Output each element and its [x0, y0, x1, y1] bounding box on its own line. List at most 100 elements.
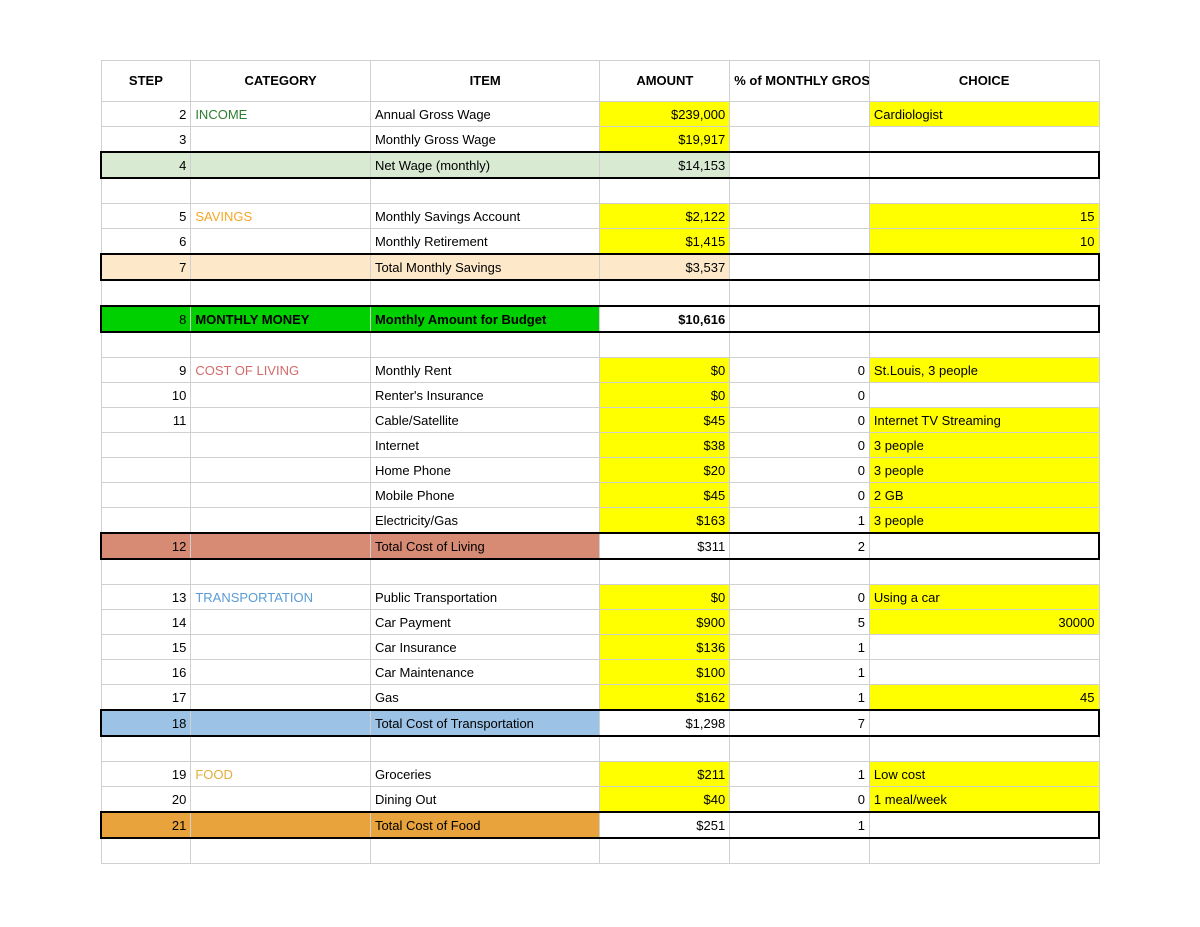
cell-choice [869, 383, 1099, 408]
cell-step: 10 [101, 383, 191, 408]
cell-step: 9 [101, 358, 191, 383]
cell-amount: $0 [600, 358, 730, 383]
cell-amount [600, 838, 730, 864]
cell-choice [869, 306, 1099, 332]
cell-amount: $211 [600, 762, 730, 787]
cell-choice: 3 people [869, 433, 1099, 458]
cell-step: 19 [101, 762, 191, 787]
cell-item: Mobile Phone [370, 483, 600, 508]
cell-item: Monthly Retirement [370, 229, 600, 255]
cell-choice: Using a car [869, 585, 1099, 610]
cell-pct [730, 102, 870, 127]
cell-pct: 0 [730, 383, 870, 408]
cell-pct [730, 306, 870, 332]
cell-choice [869, 178, 1099, 204]
cell-choice: Cardiologist [869, 102, 1099, 127]
table-row: 2INCOMEAnnual Gross Wage$239,000Cardiolo… [101, 102, 1099, 127]
cell-category [191, 508, 371, 534]
cell-category [191, 433, 371, 458]
cell-item: Renter's Insurance [370, 383, 600, 408]
cell-step [101, 483, 191, 508]
table-row [101, 332, 1099, 358]
cell-pct: 0 [730, 585, 870, 610]
cell-category [191, 660, 371, 685]
table-row: 8MONTHLY MONEYMonthly Amount for Budget$… [101, 306, 1099, 332]
cell-step: 11 [101, 408, 191, 433]
cell-item: Monthly Rent [370, 358, 600, 383]
cell-choice [869, 559, 1099, 585]
cell-pct: 2 [730, 533, 870, 559]
table-row: 17Gas$162145 [101, 685, 1099, 711]
cell-pct [730, 178, 870, 204]
table-row [101, 736, 1099, 762]
cell-category [191, 838, 371, 864]
cell-category: COST OF LIVING [191, 358, 371, 383]
cell-step: 5 [101, 204, 191, 229]
cell-category [191, 408, 371, 433]
table-row: Electricity/Gas$16313 people [101, 508, 1099, 534]
cell-amount [600, 559, 730, 585]
cell-category: MONTHLY MONEY [191, 306, 371, 332]
cell-pct: 0 [730, 358, 870, 383]
cell-amount: $45 [600, 483, 730, 508]
cell-item: Car Insurance [370, 635, 600, 660]
table-row: 12Total Cost of Living$3112 [101, 533, 1099, 559]
cell-pct [730, 152, 870, 178]
cell-category: INCOME [191, 102, 371, 127]
cell-pct [730, 332, 870, 358]
cell-amount: $900 [600, 610, 730, 635]
cell-step [101, 508, 191, 534]
cell-step: 16 [101, 660, 191, 685]
cell-item: Car Payment [370, 610, 600, 635]
cell-item: Total Monthly Savings [370, 254, 600, 280]
header-item: ITEM [370, 61, 600, 102]
cell-choice: 1 meal/week [869, 787, 1099, 813]
cell-item: Total Cost of Transportation [370, 710, 600, 736]
cell-amount: $3,537 [600, 254, 730, 280]
table-row: Mobile Phone$4502 GB [101, 483, 1099, 508]
cell-category [191, 635, 371, 660]
cell-category [191, 610, 371, 635]
cell-amount: $45 [600, 408, 730, 433]
cell-step: 4 [101, 152, 191, 178]
table-row [101, 280, 1099, 306]
table-row: 15Car Insurance$1361 [101, 635, 1099, 660]
cell-amount: $0 [600, 585, 730, 610]
cell-pct: 0 [730, 433, 870, 458]
cell-choice: Low cost [869, 762, 1099, 787]
cell-choice: 2 GB [869, 483, 1099, 508]
cell-amount: $1,298 [600, 710, 730, 736]
cell-step: 18 [101, 710, 191, 736]
cell-category [191, 332, 371, 358]
header-amount: AMOUNT [600, 61, 730, 102]
cell-choice [869, 332, 1099, 358]
cell-category [191, 736, 371, 762]
cell-choice: 3 people [869, 458, 1099, 483]
table-row: 6Monthly Retirement$1,41510 [101, 229, 1099, 255]
cell-category [191, 710, 371, 736]
cell-category: SAVINGS [191, 204, 371, 229]
cell-step: 3 [101, 127, 191, 153]
cell-item: Electricity/Gas [370, 508, 600, 534]
cell-pct [730, 736, 870, 762]
table-row: 4Net Wage (monthly)$14,153 [101, 152, 1099, 178]
cell-amount: $251 [600, 812, 730, 838]
table-row: 9COST OF LIVINGMonthly Rent$00St.Louis, … [101, 358, 1099, 383]
cell-choice: Internet TV Streaming [869, 408, 1099, 433]
cell-choice [869, 736, 1099, 762]
cell-choice [869, 635, 1099, 660]
cell-choice [869, 127, 1099, 153]
cell-amount: $19,917 [600, 127, 730, 153]
cell-item [370, 559, 600, 585]
cell-step: 8 [101, 306, 191, 332]
cell-item [370, 736, 600, 762]
table-row: 13TRANSPORTATIONPublic Transportation$00… [101, 585, 1099, 610]
cell-amount: $0 [600, 383, 730, 408]
cell-amount: $1,415 [600, 229, 730, 255]
cell-step: 2 [101, 102, 191, 127]
cell-category [191, 533, 371, 559]
cell-category [191, 254, 371, 280]
cell-category [191, 685, 371, 711]
table-row: Internet$3803 people [101, 433, 1099, 458]
cell-category: TRANSPORTATION [191, 585, 371, 610]
